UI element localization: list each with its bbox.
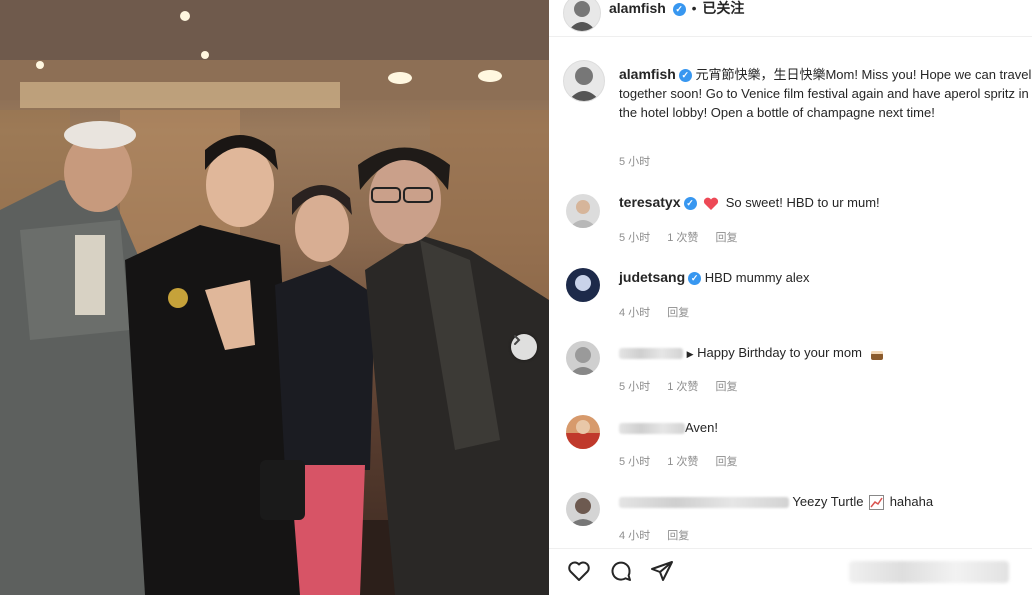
post-panel: alamfish ✓ • 已关注 alamfish ✓ 元宵節快樂，生日快樂Mom… (549, 0, 1032, 595)
caption-time: 5 小时 (619, 156, 651, 168)
comment-text: Yeezy Turtle (792, 494, 864, 509)
comment-time: 4 小时 (619, 530, 651, 542)
comment-meta: 4 小时 回复 (619, 304, 703, 320)
comment-time: 5 小时 (619, 456, 651, 468)
cake-emoji-icon (870, 350, 883, 360)
comment-row: Aven! (619, 418, 718, 437)
caption: alamfish ✓ 元宵節快樂，生日快樂Mom! Miss you! Hope … (619, 65, 1032, 122)
comment-likes[interactable]: 1 次赞 (667, 456, 698, 468)
reply-button[interactable]: 回复 (716, 456, 738, 468)
verified-icon: ✓ (678, 69, 692, 83)
comment-row: ▶ Happy Birthday to your mom (619, 343, 885, 364)
comment-avatar[interactable] (566, 268, 600, 302)
share-icon[interactable] (650, 559, 674, 583)
comment-meta: 5 小时 1 次赞 回复 (619, 229, 752, 245)
comment-row: teresatyx ✓ So sweet! HBD to ur mum! (619, 193, 880, 212)
comment-time: 5 小时 (619, 381, 651, 393)
photo-scene (0, 0, 549, 595)
next-arrow-icon (514, 335, 521, 345)
comment-likes[interactable]: 1 次赞 (667, 232, 698, 244)
verified-icon: ✓ (683, 197, 697, 211)
post-header: alamfish ✓ • 已关注 (549, 0, 1032, 37)
follow-status[interactable]: 已关注 (702, 0, 744, 16)
comment-username[interactable]: teresatyx (619, 194, 681, 210)
next-photo-button[interactable] (511, 334, 537, 360)
blurred-watermark (849, 561, 1009, 583)
comment-text: So sweet! HBD to ur mum! (725, 195, 880, 210)
comment-text: HBD mummy alex (704, 270, 810, 285)
comment-text: Aven! (685, 420, 719, 435)
blurred-username (619, 348, 683, 360)
comment-row: judetsang ✓ HBD mummy alex (619, 268, 810, 287)
comment-meta: 5 小时 1 次赞 回复 (619, 453, 752, 469)
caption-avatar[interactable] (563, 60, 605, 102)
reply-button[interactable]: 回复 (667, 530, 689, 542)
comment-icon[interactable] (609, 559, 633, 583)
comment-meta: 4 小时 回复 (619, 527, 703, 543)
reply-button[interactable]: 回复 (716, 381, 738, 393)
reply-button[interactable]: 回复 (667, 307, 689, 319)
chevron-icon: ▶ (686, 349, 694, 359)
heart-emoji-icon (704, 197, 719, 210)
comment-avatar[interactable] (566, 194, 600, 228)
heart-icon[interactable] (567, 559, 591, 583)
comment-suffix: hahaha (889, 494, 934, 509)
comment-row: Yeezy Turtle hahaha (619, 492, 933, 511)
verified-icon: ✓ (672, 2, 686, 16)
post-photo (0, 0, 549, 595)
header-username[interactable]: alamfish (609, 0, 666, 16)
comment-avatar[interactable] (566, 492, 600, 526)
blurred-username (619, 423, 685, 435)
dot-separator: • (691, 0, 697, 16)
comment-meta: 5 小时 1 次赞 回复 (619, 378, 752, 394)
caption-meta: 5 小时 (619, 153, 664, 169)
verified-icon: ✓ (688, 272, 702, 286)
blurred-username (619, 497, 789, 509)
action-bar (549, 548, 1032, 595)
comment-time: 5 小时 (619, 232, 651, 244)
reply-button[interactable]: 回复 (716, 232, 738, 244)
chart-emoji-icon (869, 495, 885, 511)
comment-likes[interactable]: 1 次赞 (667, 381, 698, 393)
header-avatar[interactable] (563, 0, 601, 32)
comment-time: 4 小时 (619, 307, 651, 319)
caption-username[interactable]: alamfish (619, 66, 676, 82)
comment-username[interactable]: judetsang (619, 269, 685, 285)
comment-avatar[interactable] (566, 415, 600, 449)
comment-avatar[interactable] (566, 341, 600, 375)
comment-text: Happy Birthday to your mom (697, 345, 862, 360)
